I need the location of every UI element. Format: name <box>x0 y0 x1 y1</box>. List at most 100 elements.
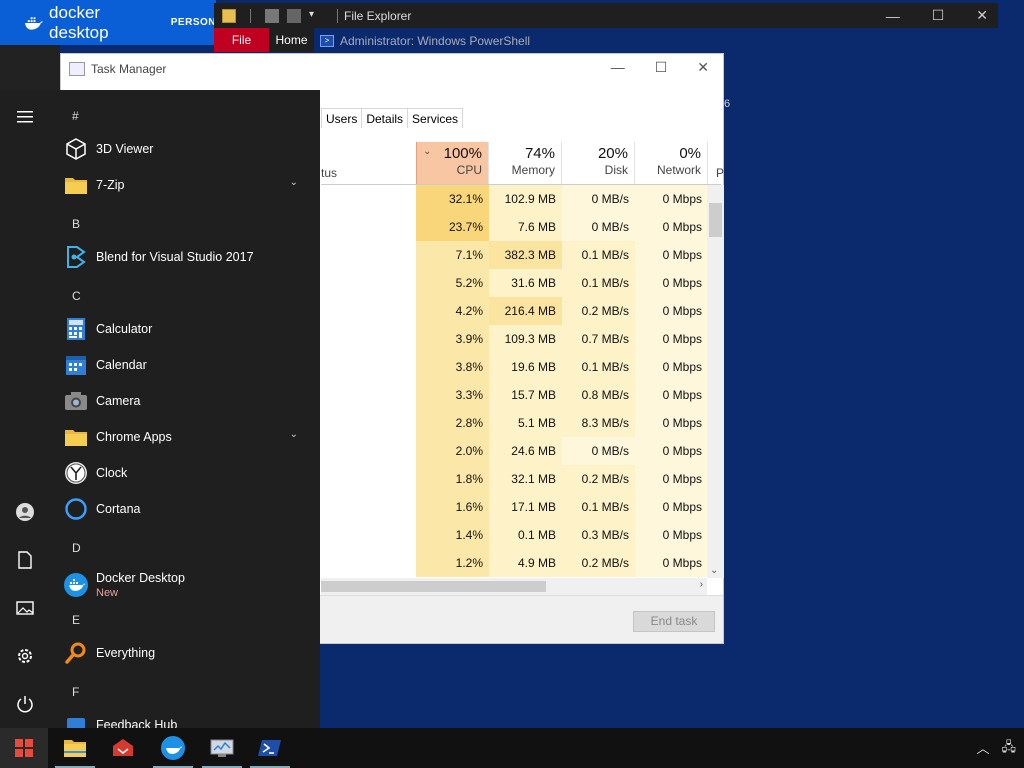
ribbon-tab-file[interactable]: File <box>214 28 269 52</box>
app-calculator[interactable]: Calculator <box>60 311 310 347</box>
group-header-e[interactable]: E <box>72 613 80 627</box>
table-row[interactable]: 2.0% 24.6 MB 0 MB/s 0 Mbps <box>416 437 708 465</box>
app-cortana[interactable]: Cortana <box>60 491 310 527</box>
tab-users[interactable]: Users <box>321 108 363 128</box>
app-feedback-hub[interactable]: Feedback Hub <box>60 707 310 728</box>
settings-gear-icon[interactable] <box>12 643 38 669</box>
taskbar-app-red[interactable] <box>99 728 147 768</box>
app-docker-desktop[interactable]: Docker Desktop New <box>60 563 310 607</box>
tab-services[interactable]: Services <box>407 108 464 128</box>
docker-whale-icon <box>24 16 43 30</box>
vertical-scrollbar[interactable]: ⌄ <box>707 185 724 578</box>
app-camera[interactable]: Camera <box>60 383 310 419</box>
power-icon[interactable] <box>12 691 38 717</box>
taskbar-task-manager[interactable] <box>198 728 246 768</box>
system-tray: ︿ 🖧 <box>976 738 1016 760</box>
app-label: 3D Viewer <box>96 142 154 156</box>
chevron-down-icon[interactable]: ▾ <box>309 9 323 23</box>
network-value: 0 Mbps <box>635 297 708 325</box>
vertical-scroll-thumb[interactable] <box>709 203 722 237</box>
app-calendar[interactable]: Calendar <box>60 347 310 383</box>
app-blend[interactable]: Blend for Visual Studio 2017 <box>60 239 310 275</box>
app-clock[interactable]: Clock <box>60 455 310 491</box>
network-icon[interactable]: 🖧 <box>1002 738 1017 760</box>
taskbar-docker[interactable] <box>149 728 197 768</box>
taskbar-powershell[interactable] <box>246 728 294 768</box>
disk-value: 0 MB/s <box>562 437 635 465</box>
end-task-button[interactable]: End task <box>633 611 715 632</box>
chevron-down-icon[interactable]: ⌄ <box>290 429 298 440</box>
scroll-right-icon[interactable]: › <box>700 579 703 590</box>
taskbar-file-explorer[interactable] <box>51 728 99 768</box>
table-row[interactable]: 4.2% 216.4 MB 0.2 MB/s 0 Mbps <box>416 297 708 325</box>
table-row[interactable]: 1.4% 0.1 MB 0.3 MB/s 0 Mbps <box>416 521 708 549</box>
network-column-header[interactable]: 0% Network <box>635 142 708 184</box>
hamburger-menu-icon[interactable] <box>12 104 38 130</box>
table-row[interactable]: 5.2% 31.6 MB 0.1 MB/s 0 Mbps <box>416 269 708 297</box>
cpu-column-header[interactable]: ⌄ 100% CPU <box>416 142 489 184</box>
app-label: Chrome Apps <box>96 430 172 444</box>
power-column-header[interactable]: P <box>716 166 724 180</box>
group-header-f[interactable]: F <box>72 685 79 699</box>
table-row[interactable]: 3.8% 19.6 MB 0.1 MB/s 0 Mbps <box>416 353 708 381</box>
start-button[interactable] <box>0 728 48 768</box>
cpu-value: 1.4% <box>416 521 489 549</box>
tab-details[interactable]: Details <box>361 108 409 128</box>
table-row[interactable]: 1.8% 32.1 MB 0.2 MB/s 0 Mbps <box>416 465 708 493</box>
start-menu: # 3D Viewer 7-Zip ⌄ B Blend for Visual S… <box>0 90 320 728</box>
powershell-titlebar[interactable]: > Administrator: Windows PowerShell <box>314 28 724 53</box>
ribbon-tab-home[interactable]: Home <box>269 28 314 52</box>
group-header-b[interactable]: B <box>72 217 80 231</box>
table-row[interactable]: 2.8% 5.1 MB 8.3 MB/s 0 Mbps <box>416 409 708 437</box>
table-row[interactable]: 1.2% 4.9 MB 0.2 MB/s 0 Mbps <box>416 549 708 577</box>
scroll-down-icon[interactable]: ⌄ <box>710 565 718 576</box>
app-3d-viewer[interactable]: 3D Viewer <box>60 131 310 167</box>
file-explorer-titlebar[interactable]: ▾ File Explorer — ☐ ✕ <box>214 3 998 28</box>
user-account-icon[interactable] <box>12 499 38 525</box>
network-value: 0 Mbps <box>635 549 708 577</box>
status-column-header[interactable]: tus <box>321 166 337 180</box>
properties-icon[interactable] <box>265 8 279 23</box>
documents-icon[interactable] <box>12 547 38 573</box>
pictures-icon[interactable] <box>12 595 38 621</box>
disk-value: 0 MB/s <box>562 185 635 213</box>
app-everything[interactable]: Everything <box>60 635 310 671</box>
table-row[interactable]: 32.1% 102.9 MB 0 MB/s 0 Mbps <box>416 185 708 213</box>
chevron-down-icon[interactable]: ⌄ <box>290 177 298 188</box>
chevron-up-icon[interactable]: ︿ <box>976 738 989 760</box>
task-manager-tabs: Users Details Services <box>321 108 464 128</box>
network-value: 0 Mbps <box>635 241 708 269</box>
app-label: Clock <box>96 466 128 480</box>
table-row[interactable]: 3.9% 109.3 MB 0.7 MB/s 0 Mbps <box>416 325 708 353</box>
network-value: 0 Mbps <box>635 437 708 465</box>
table-row[interactable]: 1.6% 17.1 MB 0.1 MB/s 0 Mbps <box>416 493 708 521</box>
disk-value: 0.8 MB/s <box>562 381 635 409</box>
docker-desktop-titlebar[interactable]: docker desktop PERSON <box>0 0 216 45</box>
memory-column-header[interactable]: 74% Memory <box>489 142 562 184</box>
app-chrome-apps[interactable]: Chrome Apps ⌄ <box>60 419 310 455</box>
memory-value: 15.7 MB <box>489 381 562 409</box>
disk-column-header[interactable]: 20% Disk <box>562 142 635 184</box>
horizontal-scroll-thumb[interactable] <box>321 581 546 592</box>
table-row[interactable]: 7.1% 382.3 MB 0.1 MB/s 0 Mbps <box>416 241 708 269</box>
table-row[interactable]: 23.7% 7.6 MB 0 MB/s 0 Mbps <box>416 213 708 241</box>
tm-minimize-button[interactable]: — <box>611 59 625 76</box>
table-row[interactable]: 3.3% 15.7 MB 0.8 MB/s 0 Mbps <box>416 381 708 409</box>
group-header-c[interactable]: C <box>72 289 81 303</box>
tm-close-button[interactable]: ✕ <box>697 59 709 76</box>
close-button[interactable]: ✕ <box>976 7 988 24</box>
new-folder-icon[interactable] <box>287 8 301 23</box>
network-value: 0 Mbps <box>635 465 708 493</box>
horizontal-scrollbar[interactable]: › <box>321 578 707 595</box>
app-label: Blend for Visual Studio 2017 <box>96 250 254 264</box>
group-header-d[interactable]: D <box>72 541 81 555</box>
memory-label: Memory <box>511 163 555 177</box>
memory-value: 31.6 MB <box>489 269 562 297</box>
disk-value: 0.2 MB/s <box>562 549 635 577</box>
minimize-button[interactable]: — <box>886 8 900 24</box>
new-badge: New <box>96 587 119 599</box>
tm-maximize-button[interactable]: ☐ <box>655 59 668 76</box>
app-7-zip[interactable]: 7-Zip ⌄ <box>60 167 310 203</box>
maximize-button[interactable]: ☐ <box>932 7 945 24</box>
group-header-hash[interactable]: # <box>72 109 79 123</box>
